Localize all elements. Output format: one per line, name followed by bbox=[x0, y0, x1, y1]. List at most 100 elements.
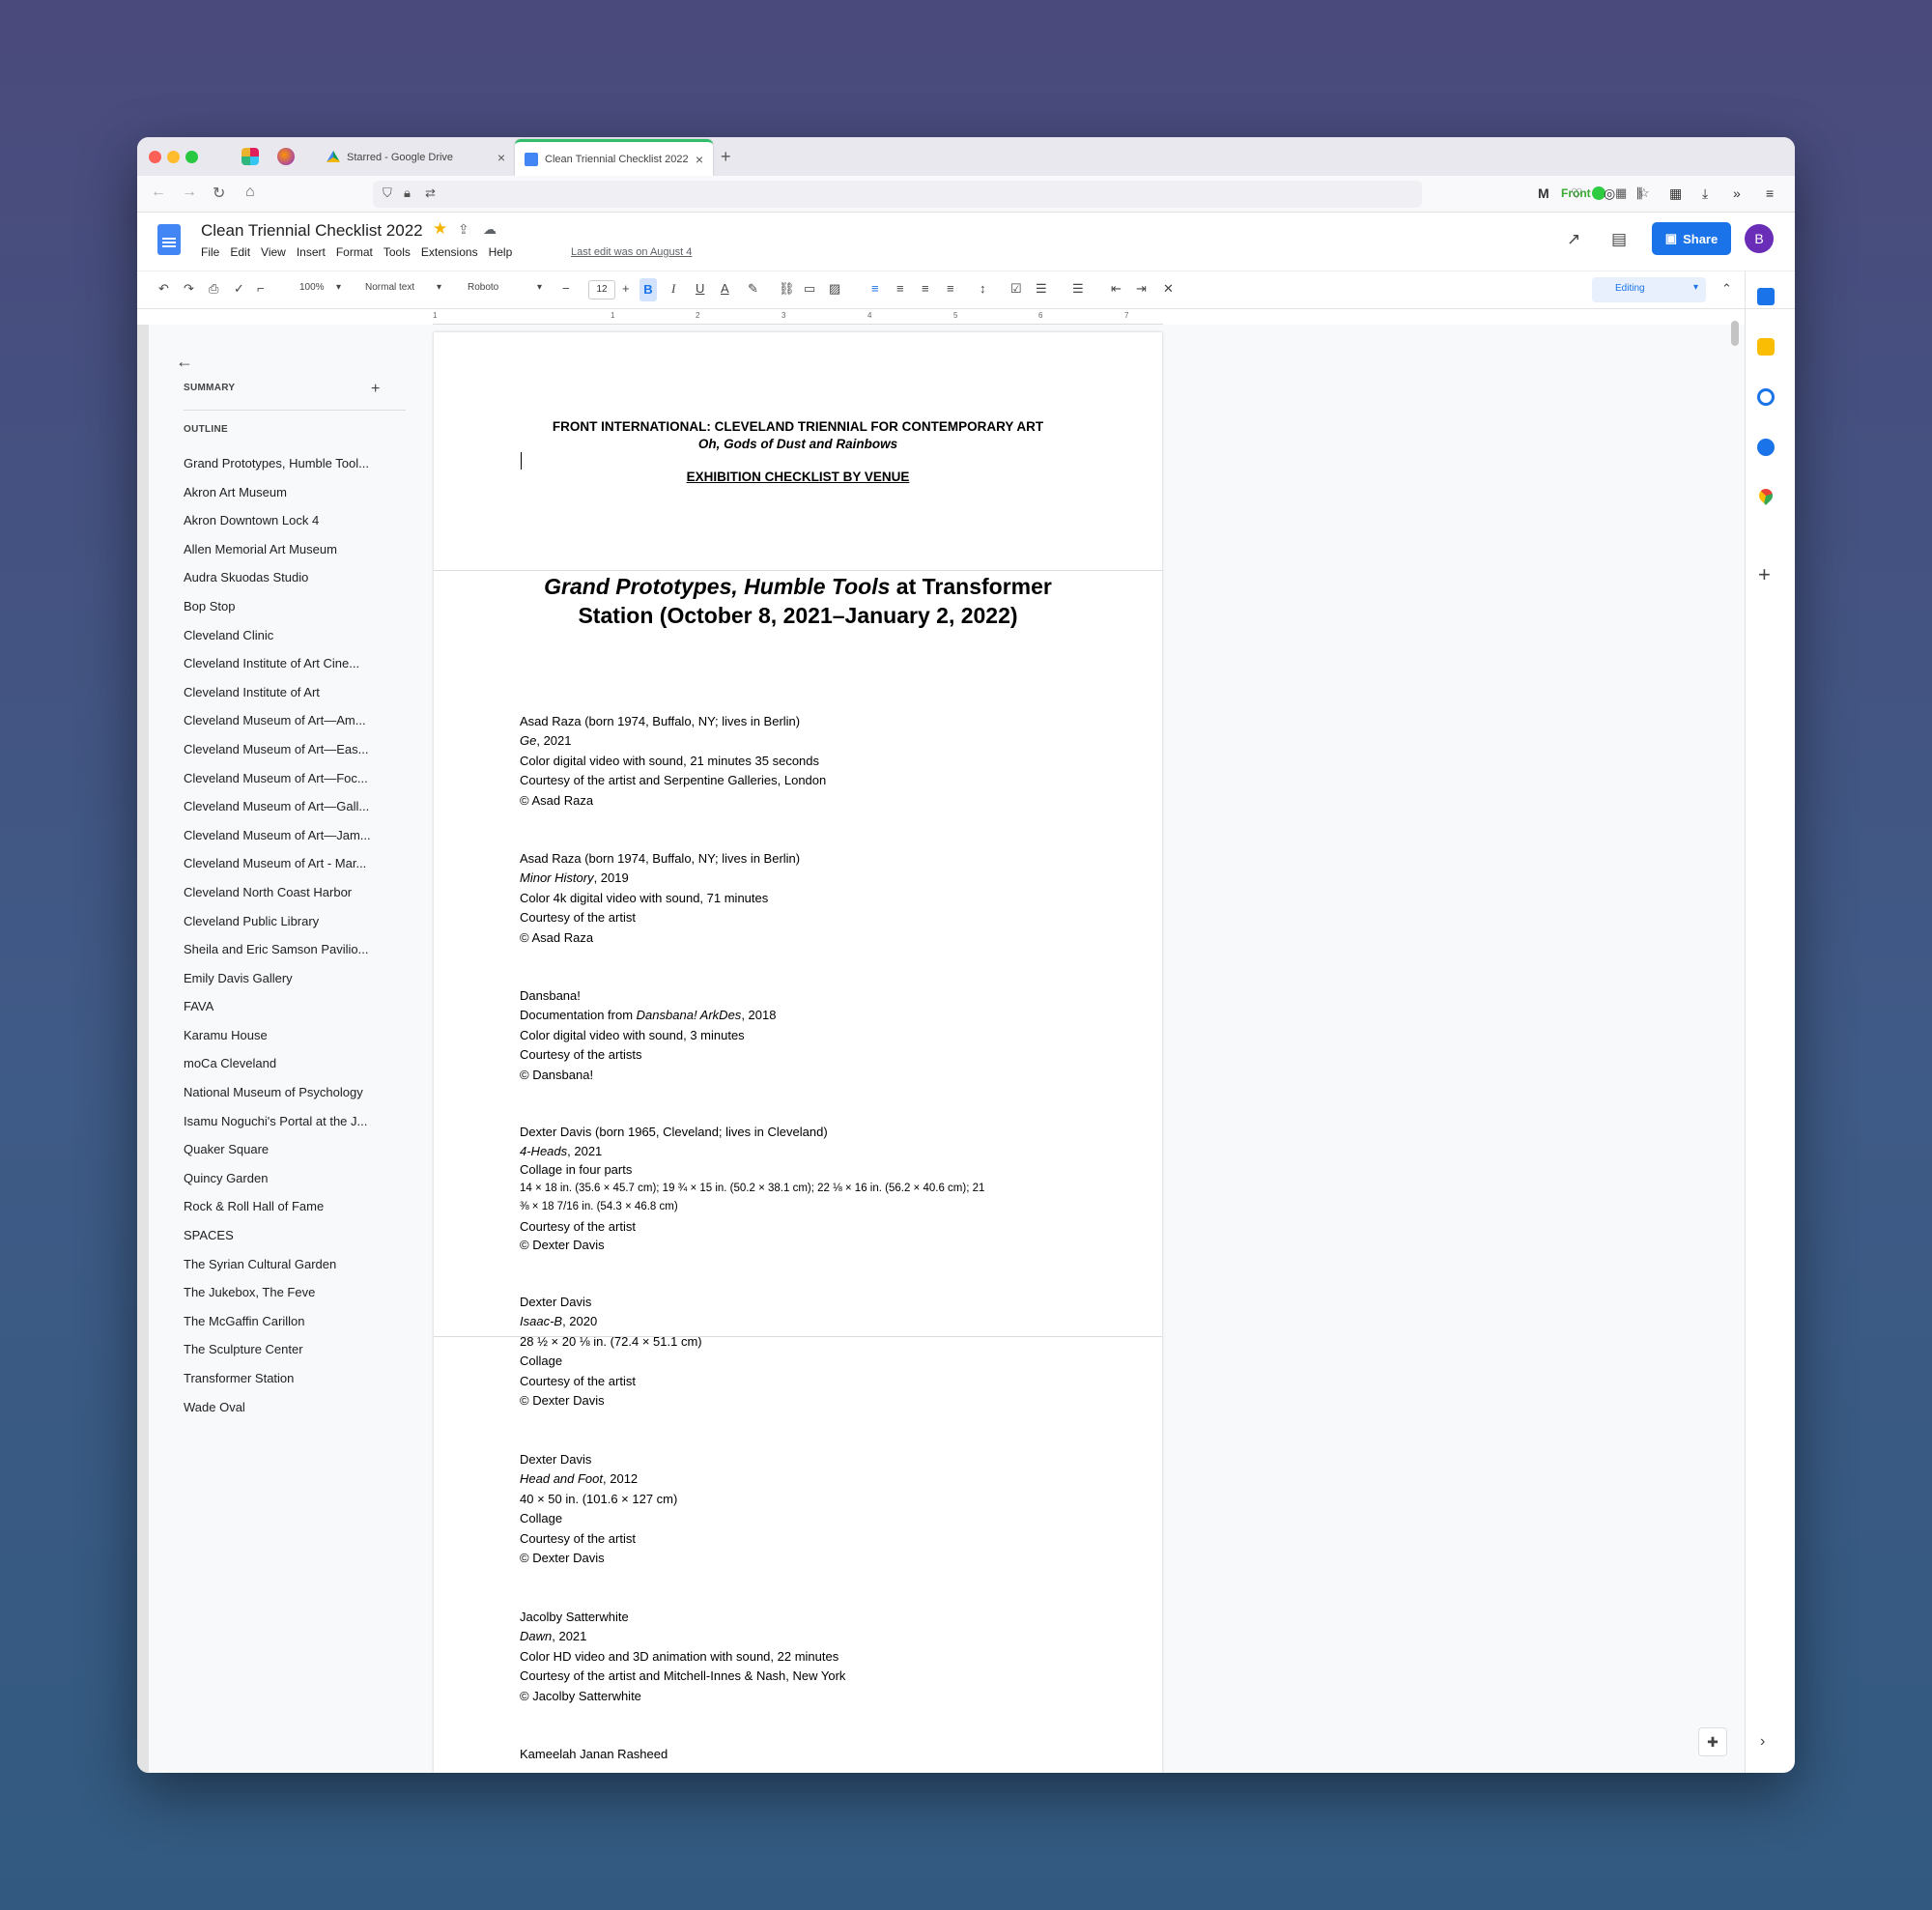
increase-font-size-icon[interactable]: + bbox=[622, 281, 630, 296]
scrollbar[interactable] bbox=[1731, 321, 1739, 346]
outline-item[interactable]: Cleveland Clinic bbox=[184, 628, 391, 657]
menu-format[interactable]: Format bbox=[336, 245, 373, 259]
menu-view[interactable]: View bbox=[261, 245, 286, 259]
explore-button[interactable]: ✚ bbox=[1698, 1727, 1727, 1756]
close-window-button[interactable] bbox=[149, 151, 161, 163]
outline-item[interactable]: Akron Downtown Lock 4 bbox=[184, 513, 391, 542]
menu-edit[interactable]: Edit bbox=[230, 245, 250, 259]
reload-icon[interactable]: ↻ bbox=[213, 184, 225, 203]
back-arrow-icon[interactable]: ← bbox=[151, 184, 166, 201]
justify-icon[interactable]: ≡ bbox=[947, 281, 954, 296]
new-tab-button[interactable]: + bbox=[721, 147, 731, 167]
outline-item[interactable]: Transformer Station bbox=[184, 1371, 391, 1400]
pocket-icon[interactable]: ♡ bbox=[1571, 185, 1583, 202]
overflow-chevron-icon[interactable]: » bbox=[1733, 185, 1741, 201]
docs-logo-icon[interactable] bbox=[157, 224, 181, 255]
print-icon[interactable]: ⎙ bbox=[209, 281, 218, 297]
home-icon[interactable]: ⌂ bbox=[245, 184, 255, 201]
editing-mode-select[interactable]: Editing bbox=[1592, 277, 1706, 302]
maps-icon[interactable] bbox=[1756, 486, 1776, 505]
minimize-window-button[interactable] bbox=[167, 151, 180, 163]
decrease-indent-icon[interactable]: ⇤ bbox=[1111, 281, 1122, 297]
paint-format-icon[interactable]: ⌐ bbox=[257, 281, 265, 296]
outline-item[interactable]: Cleveland Museum of Art - Mar... bbox=[184, 856, 391, 885]
hamburger-menu-icon[interactable]: ≡ bbox=[1766, 185, 1774, 201]
keep-icon[interactable] bbox=[1757, 338, 1775, 356]
font-select[interactable]: Roboto bbox=[468, 282, 498, 293]
outline-item[interactable]: Quaker Square bbox=[184, 1142, 391, 1171]
menu-file[interactable]: File bbox=[201, 245, 219, 259]
outline-item[interactable]: Cleveland Institute of Art bbox=[184, 685, 391, 714]
tab-checklist-doc[interactable]: Clean Triennial Checklist 2022 × bbox=[515, 139, 713, 176]
add-comment-icon[interactable]: ▭ bbox=[804, 281, 815, 297]
address-bar[interactable]: ⛉ 🔒︎ ⇄ Front ▦ ☆ bbox=[373, 181, 1650, 208]
clear-formatting-icon[interactable]: ✕ bbox=[1163, 281, 1174, 297]
cloud-status-icon[interactable]: ☁ bbox=[483, 221, 497, 238]
link-icon[interactable]: ⛓ bbox=[779, 281, 795, 297]
outline-item[interactable]: moCa Cleveland bbox=[184, 1056, 391, 1085]
collapse-chevron-icon[interactable]: ⌃ bbox=[1721, 281, 1732, 297]
italic-button[interactable]: I bbox=[671, 281, 675, 297]
outline-item[interactable]: SPACES bbox=[184, 1228, 391, 1257]
outline-item[interactable]: Audra Skuodas Studio bbox=[184, 570, 391, 599]
outline-item[interactable]: Cleveland Museum of Art—Jam... bbox=[184, 828, 391, 857]
pinned-tab-icon[interactable] bbox=[277, 148, 295, 165]
outline-item[interactable]: Quincy Garden bbox=[184, 1171, 391, 1200]
outline-item[interactable]: The Sculpture Center bbox=[184, 1342, 391, 1371]
undo-icon[interactable]: ↶ bbox=[158, 281, 169, 297]
back-arrow-icon[interactable]: ← bbox=[176, 352, 193, 372]
align-right-icon[interactable]: ≡ bbox=[922, 281, 929, 296]
permissions-icon[interactable]: ⇄ bbox=[425, 185, 436, 201]
checklist-icon[interactable]: ☑ bbox=[1010, 281, 1022, 297]
forward-arrow-icon[interactable]: → bbox=[182, 184, 197, 201]
menu-insert[interactable]: Insert bbox=[297, 245, 326, 259]
outline-item[interactable]: Cleveland North Coast Harbor bbox=[184, 885, 391, 914]
get-add-ons-plus-icon[interactable]: + bbox=[1758, 562, 1771, 587]
ruler[interactable]: 1 1 2 3 4 5 6 7 bbox=[433, 309, 1163, 325]
lock-icon[interactable]: 🔒︎ bbox=[404, 185, 411, 201]
outline-item[interactable]: Cleveland Institute of Art Cine... bbox=[184, 656, 391, 685]
outline-item[interactable]: Cleveland Museum of Art—Gall... bbox=[184, 799, 391, 828]
share-button[interactable]: ▣ Share bbox=[1652, 222, 1731, 255]
document-title[interactable]: Clean Triennial Checklist 2022 bbox=[201, 221, 423, 241]
chevron-down-icon[interactable]: ▾ bbox=[437, 282, 441, 293]
outline-item[interactable]: Sheila and Eric Samson Pavilio... bbox=[184, 942, 391, 971]
highlight-icon[interactable]: ✎ bbox=[748, 281, 758, 297]
outline-item[interactable]: Rock & Roll Hall of Fame bbox=[184, 1199, 391, 1228]
insert-image-icon[interactable]: ▨ bbox=[829, 281, 840, 297]
m-extension-icon[interactable]: M bbox=[1538, 185, 1549, 201]
chevron-down-icon[interactable]: ▾ bbox=[336, 282, 341, 293]
menu-extensions[interactable]: Extensions bbox=[421, 245, 478, 259]
library-icon[interactable]: ⫼ bbox=[1636, 185, 1642, 202]
star-icon[interactable]: ★ bbox=[433, 219, 447, 239]
bulleted-list-icon[interactable]: ☰ bbox=[1036, 281, 1047, 297]
contacts-icon[interactable] bbox=[1757, 439, 1775, 456]
add-summary-icon[interactable]: + bbox=[371, 381, 380, 398]
text-color-button[interactable]: A bbox=[721, 281, 729, 296]
outline-item[interactable]: National Museum of Psychology bbox=[184, 1085, 391, 1114]
align-center-icon[interactable]: ≡ bbox=[896, 281, 904, 296]
numbered-list-icon[interactable]: ☰ bbox=[1072, 281, 1084, 297]
outline-item[interactable]: Wade Oval bbox=[184, 1400, 391, 1429]
apps-grid-icon[interactable]: ▦ bbox=[1615, 185, 1627, 201]
font-size-input[interactable]: 12 bbox=[588, 280, 615, 299]
bold-button[interactable]: B bbox=[639, 278, 657, 301]
line-spacing-icon[interactable]: ↕ bbox=[980, 281, 986, 296]
slack-pinned-tab-icon[interactable] bbox=[242, 148, 259, 165]
zoom-window-button[interactable] bbox=[185, 151, 198, 163]
outline-item[interactable]: Akron Art Museum bbox=[184, 485, 391, 514]
grid-extension-icon[interactable]: ▦ bbox=[1669, 185, 1682, 202]
tasks-icon[interactable] bbox=[1757, 388, 1775, 406]
avatar[interactable]: B bbox=[1745, 224, 1774, 253]
chevron-down-icon[interactable]: ▾ bbox=[537, 282, 542, 293]
outline-item[interactable]: FAVA bbox=[184, 999, 391, 1028]
tab-close-button[interactable]: × bbox=[696, 152, 703, 167]
menu-help[interactable]: Help bbox=[489, 245, 513, 259]
show-side-panel-chevron-icon[interactable]: › bbox=[1760, 1733, 1765, 1751]
outline-item[interactable]: Cleveland Museum of Art—Foc... bbox=[184, 771, 391, 800]
outline-item[interactable]: Cleveland Museum of Art—Am... bbox=[184, 713, 391, 742]
last-edit-link[interactable]: Last edit was on August 4 bbox=[571, 246, 692, 258]
spellcheck-icon[interactable]: ✓ bbox=[234, 281, 244, 297]
activity-trend-icon[interactable]: ↗ bbox=[1567, 230, 1580, 249]
zoom-select[interactable]: 100% bbox=[299, 282, 325, 293]
